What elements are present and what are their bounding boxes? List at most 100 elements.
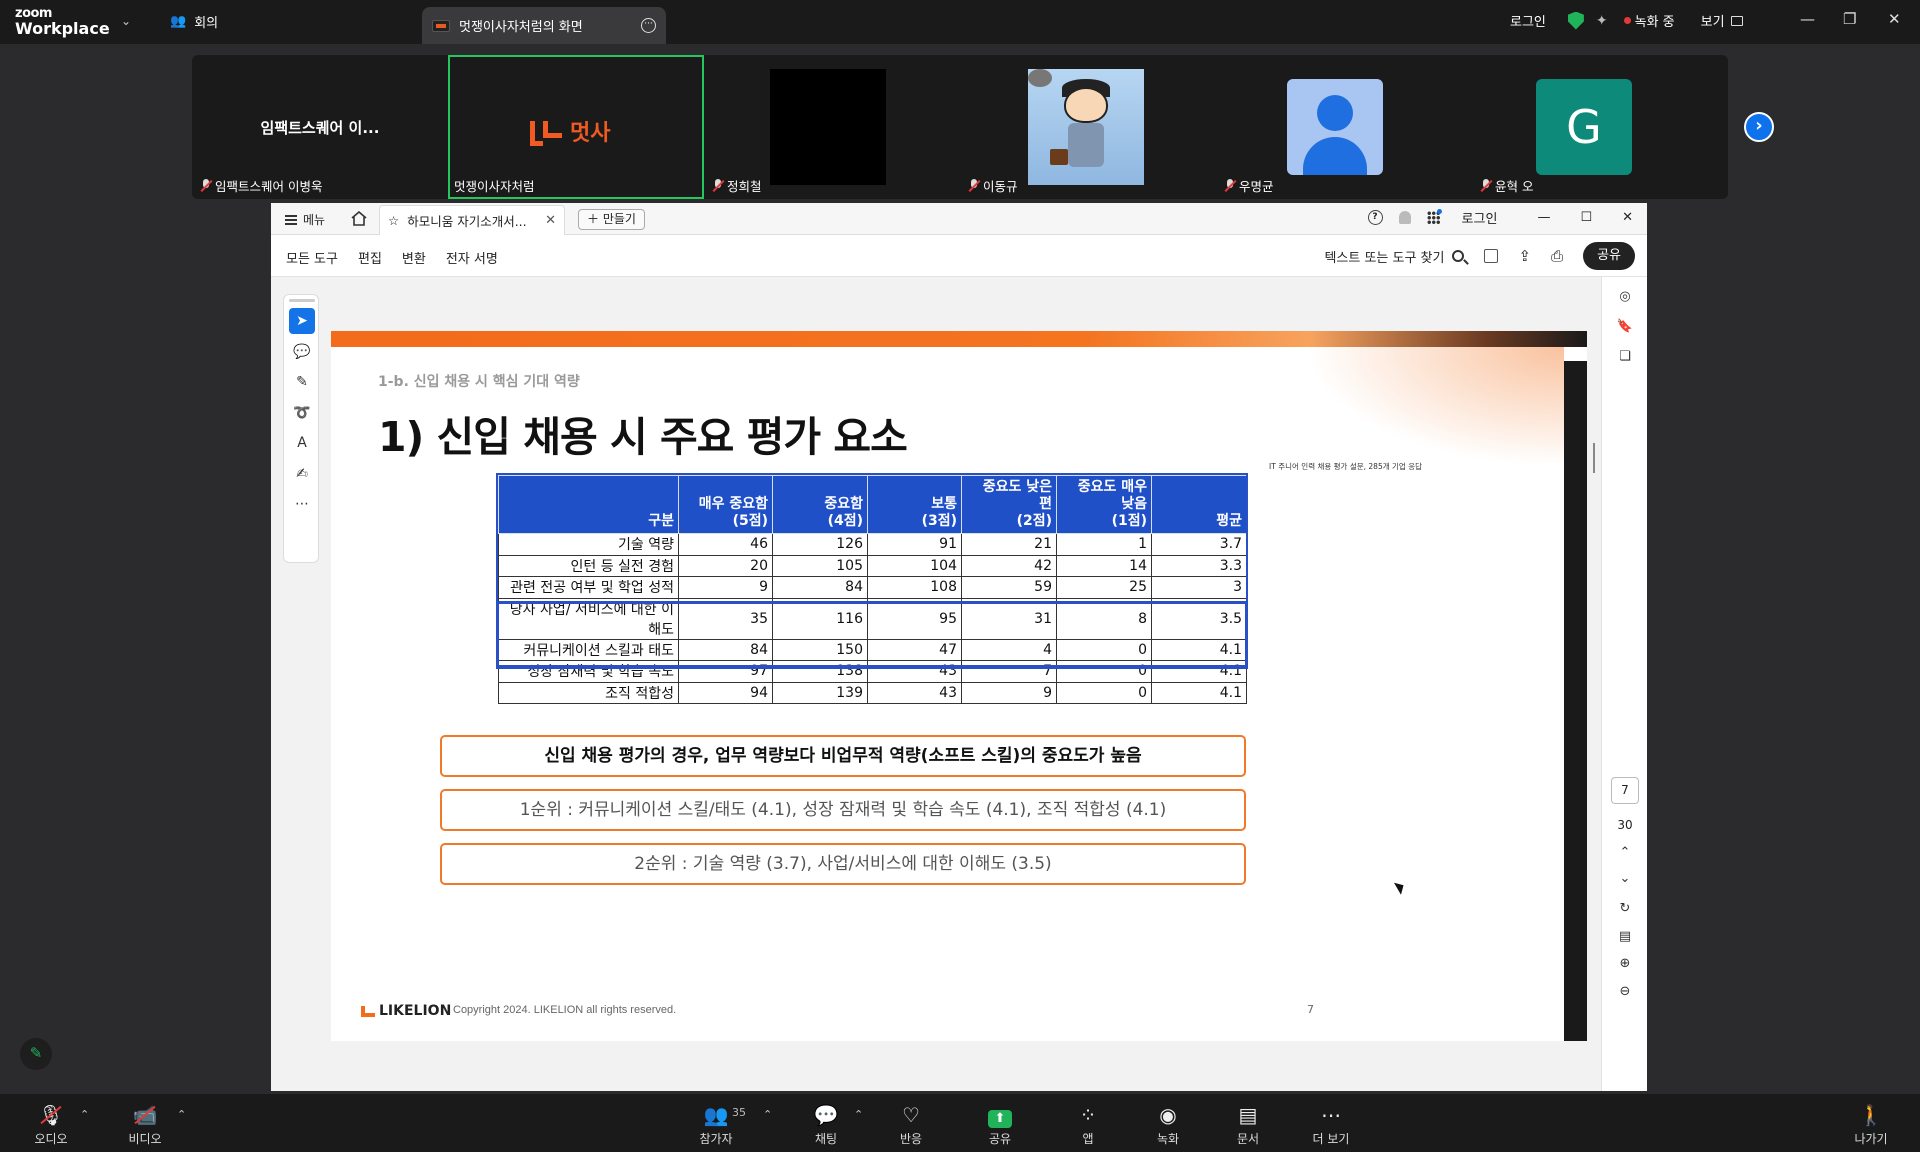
leave-button[interactable]: 🚶 나가기 bbox=[1836, 1100, 1906, 1147]
close-tab-icon[interactable]: ✕ bbox=[545, 213, 556, 228]
select-cursor-icon[interactable]: ➤ bbox=[289, 308, 315, 334]
table-cell: 4.1 bbox=[1151, 681, 1247, 704]
participants-caret-icon[interactable]: ⌃ bbox=[763, 1108, 772, 1121]
slide-corner-gradient bbox=[1306, 347, 1564, 467]
gallery-view-icon[interactable] bbox=[1730, 15, 1743, 26]
zoom-out-icon[interactable]: ⊖ bbox=[1615, 982, 1635, 1002]
document-icon: ▤ bbox=[1238, 1103, 1258, 1127]
lasso-icon[interactable]: ➰ bbox=[289, 400, 315, 426]
chat-button[interactable]: 💬 채팅 bbox=[791, 1100, 861, 1147]
apps-button[interactable]: ⁘ 앱 bbox=[1053, 1100, 1123, 1147]
viewer-share-button[interactable]: 공유 bbox=[1583, 242, 1635, 270]
security-shield-icon[interactable] bbox=[1567, 11, 1584, 30]
pages-icon[interactable]: ❏ bbox=[1615, 347, 1635, 367]
table-header-cell: 보통 (3점) bbox=[867, 475, 962, 534]
annotate-pen-icon[interactable]: ✎ bbox=[20, 1038, 52, 1070]
participant-name: 우명균 bbox=[1239, 179, 1274, 194]
apps-grid-icon[interactable] bbox=[1426, 209, 1442, 224]
share-label: 공유 bbox=[988, 1132, 1012, 1146]
viewer-minimize-icon[interactable]: — bbox=[1537, 210, 1550, 225]
slide-page-number: 7 bbox=[1307, 1003, 1314, 1016]
next-page-arrow-icon[interactable]: › bbox=[1744, 112, 1774, 142]
audio-options-caret-icon[interactable]: ⌃ bbox=[80, 1108, 89, 1121]
participant-tile[interactable]: 정희철 bbox=[704, 55, 960, 199]
ai-companion-icon[interactable]: ✦ bbox=[1596, 13, 1608, 29]
people-icon: 👥 bbox=[170, 14, 187, 29]
toolbar-e-sign[interactable]: 전자 서명 bbox=[446, 248, 498, 267]
bookmark-icon[interactable]: 🔖 bbox=[1615, 317, 1635, 337]
recording-status[interactable]: 녹화 중 bbox=[1635, 11, 1675, 30]
zoom-in-icon[interactable]: ⊕ bbox=[1615, 954, 1635, 974]
menu-button[interactable]: 메뉴 bbox=[285, 211, 325, 228]
toolbar-edit[interactable]: 편집 bbox=[358, 248, 382, 267]
participant-name: 정희철 bbox=[727, 179, 762, 194]
viewer-maximize-icon[interactable]: ☐ bbox=[1580, 210, 1592, 225]
print-icon[interactable]: ⎙ bbox=[1551, 247, 1563, 265]
shared-pdf-viewer: 메뉴 ☆ 하모니움 자기소개서... ✕ ＋ 만들기 ? 로그인 — ☐ ✕ 모… bbox=[271, 203, 1647, 1091]
mutsa-logo: 멋사 bbox=[530, 115, 610, 147]
audio-button[interactable]: 🎙 오디오 bbox=[16, 1100, 86, 1147]
more-tools-icon[interactable]: ⋯ bbox=[289, 491, 315, 517]
ai-assistant-icon[interactable]: ◎ bbox=[1615, 287, 1635, 307]
viewer-close-icon[interactable]: ✕ bbox=[1622, 210, 1633, 225]
record-button[interactable]: ◉ 녹화 bbox=[1133, 1100, 1203, 1147]
palette-grip[interactable] bbox=[289, 299, 315, 302]
signature-icon[interactable]: ✍ bbox=[289, 461, 315, 487]
find-tools-search[interactable]: 텍스트 또는 도구 찾기 bbox=[1324, 247, 1465, 266]
meeting-controls-bar: 🎙 오디오 ⌃ 📹 비디오 ⌃ 👥 참가자 35 ⌃ 💬 채팅 ⌃ ♡ 반응 ⬆… bbox=[0, 1094, 1920, 1152]
current-page-input[interactable]: 7 bbox=[1611, 777, 1639, 804]
toolbar-convert[interactable]: 변환 bbox=[402, 248, 426, 267]
reactions-button[interactable]: ♡ 반응 bbox=[876, 1100, 946, 1147]
cloud-upload-icon[interactable]: ⇪ bbox=[1518, 247, 1531, 265]
viewer-login-link[interactable]: 로그인 bbox=[1462, 208, 1498, 227]
document-tab[interactable]: ☆ 하모니움 자기소개서... ✕ bbox=[379, 205, 565, 235]
star-icon[interactable]: ☆ bbox=[388, 213, 399, 228]
restore-icon[interactable]: ❐ bbox=[1843, 10, 1856, 28]
chevron-down-icon[interactable]: ⌄ bbox=[121, 14, 131, 28]
docs-button[interactable]: ▤ 문서 bbox=[1213, 1100, 1283, 1147]
table-cell: 9 bbox=[961, 681, 1057, 704]
share-screen-button[interactable]: ⬆ 공유 bbox=[965, 1100, 1035, 1147]
apps-icon: ⁘ bbox=[1079, 1103, 1097, 1127]
text-box-icon[interactable]: A bbox=[289, 430, 315, 456]
participant-tile-active-speaker[interactable]: 멋사 멋쟁이사자처럼 bbox=[448, 55, 704, 199]
close-icon[interactable]: ✕ bbox=[1888, 10, 1901, 28]
view-button[interactable]: 보기 bbox=[1701, 11, 1725, 30]
table-row-label: 기술 역량 bbox=[498, 533, 679, 556]
participant-tile[interactable]: 이동규 bbox=[960, 55, 1216, 199]
share-screen-icon: ⬆ bbox=[965, 1100, 1035, 1130]
chat-caret-icon[interactable]: ⌃ bbox=[854, 1108, 863, 1121]
save-icon[interactable] bbox=[1484, 249, 1499, 263]
page-fit-icon[interactable]: ▤ bbox=[1615, 927, 1635, 947]
page-up-icon[interactable]: ⌃ bbox=[1615, 843, 1635, 863]
help-icon[interactable]: ? bbox=[1367, 210, 1383, 225]
callout-rank-1: 1순위 : 커뮤니케이션 스킬/태도 (4.1), 성장 잠재력 및 학습 속도… bbox=[440, 789, 1246, 831]
login-link[interactable]: 로그인 bbox=[1510, 11, 1546, 30]
notification-bell-icon[interactable] bbox=[1398, 211, 1411, 224]
table-cell: 20 bbox=[678, 554, 773, 577]
participant-tile[interactable]: 우명균 bbox=[1216, 55, 1472, 199]
table-cell: 138 bbox=[772, 660, 868, 683]
highlight-pen-icon[interactable]: ✎ bbox=[289, 369, 315, 395]
toolbar-all-tools[interactable]: 모든 도구 bbox=[286, 248, 338, 267]
rotate-icon[interactable]: ↻ bbox=[1615, 899, 1635, 919]
comment-icon[interactable]: 💬 bbox=[289, 339, 315, 365]
zoom-workplace-logo[interactable]: zoom Workplace bbox=[15, 7, 110, 37]
default-user-avatar-icon bbox=[1287, 79, 1383, 175]
video-button[interactable]: 📹 비디오 bbox=[110, 1100, 180, 1147]
more-options-icon[interactable]: ··· bbox=[641, 18, 656, 33]
meeting-button[interactable]: 👥 회의 bbox=[170, 12, 218, 31]
minimize-icon[interactable]: — bbox=[1800, 10, 1815, 28]
home-icon[interactable] bbox=[351, 211, 367, 226]
screen-share-tab[interactable]: 멋쟁이사자처럼의 화면 ··· bbox=[422, 7, 666, 44]
more-button[interactable]: ⋯ 더 보기 bbox=[1296, 1100, 1366, 1147]
create-button[interactable]: ＋ 만들기 bbox=[578, 209, 645, 230]
video-options-caret-icon[interactable]: ⌃ bbox=[177, 1108, 186, 1121]
participant-tile[interactable]: 임팩트스퀘어 이... 임팩트스퀘어 이병욱 bbox=[192, 55, 448, 199]
scrollbar-thumb[interactable] bbox=[1593, 443, 1595, 473]
table-cell: 139 bbox=[772, 681, 868, 704]
table-cell: 7 bbox=[961, 660, 1057, 683]
page-down-icon[interactable]: ⌄ bbox=[1615, 869, 1635, 889]
participant-tile[interactable]: G 윤혁 오 bbox=[1472, 55, 1728, 199]
table-cell: 43 bbox=[867, 660, 962, 683]
